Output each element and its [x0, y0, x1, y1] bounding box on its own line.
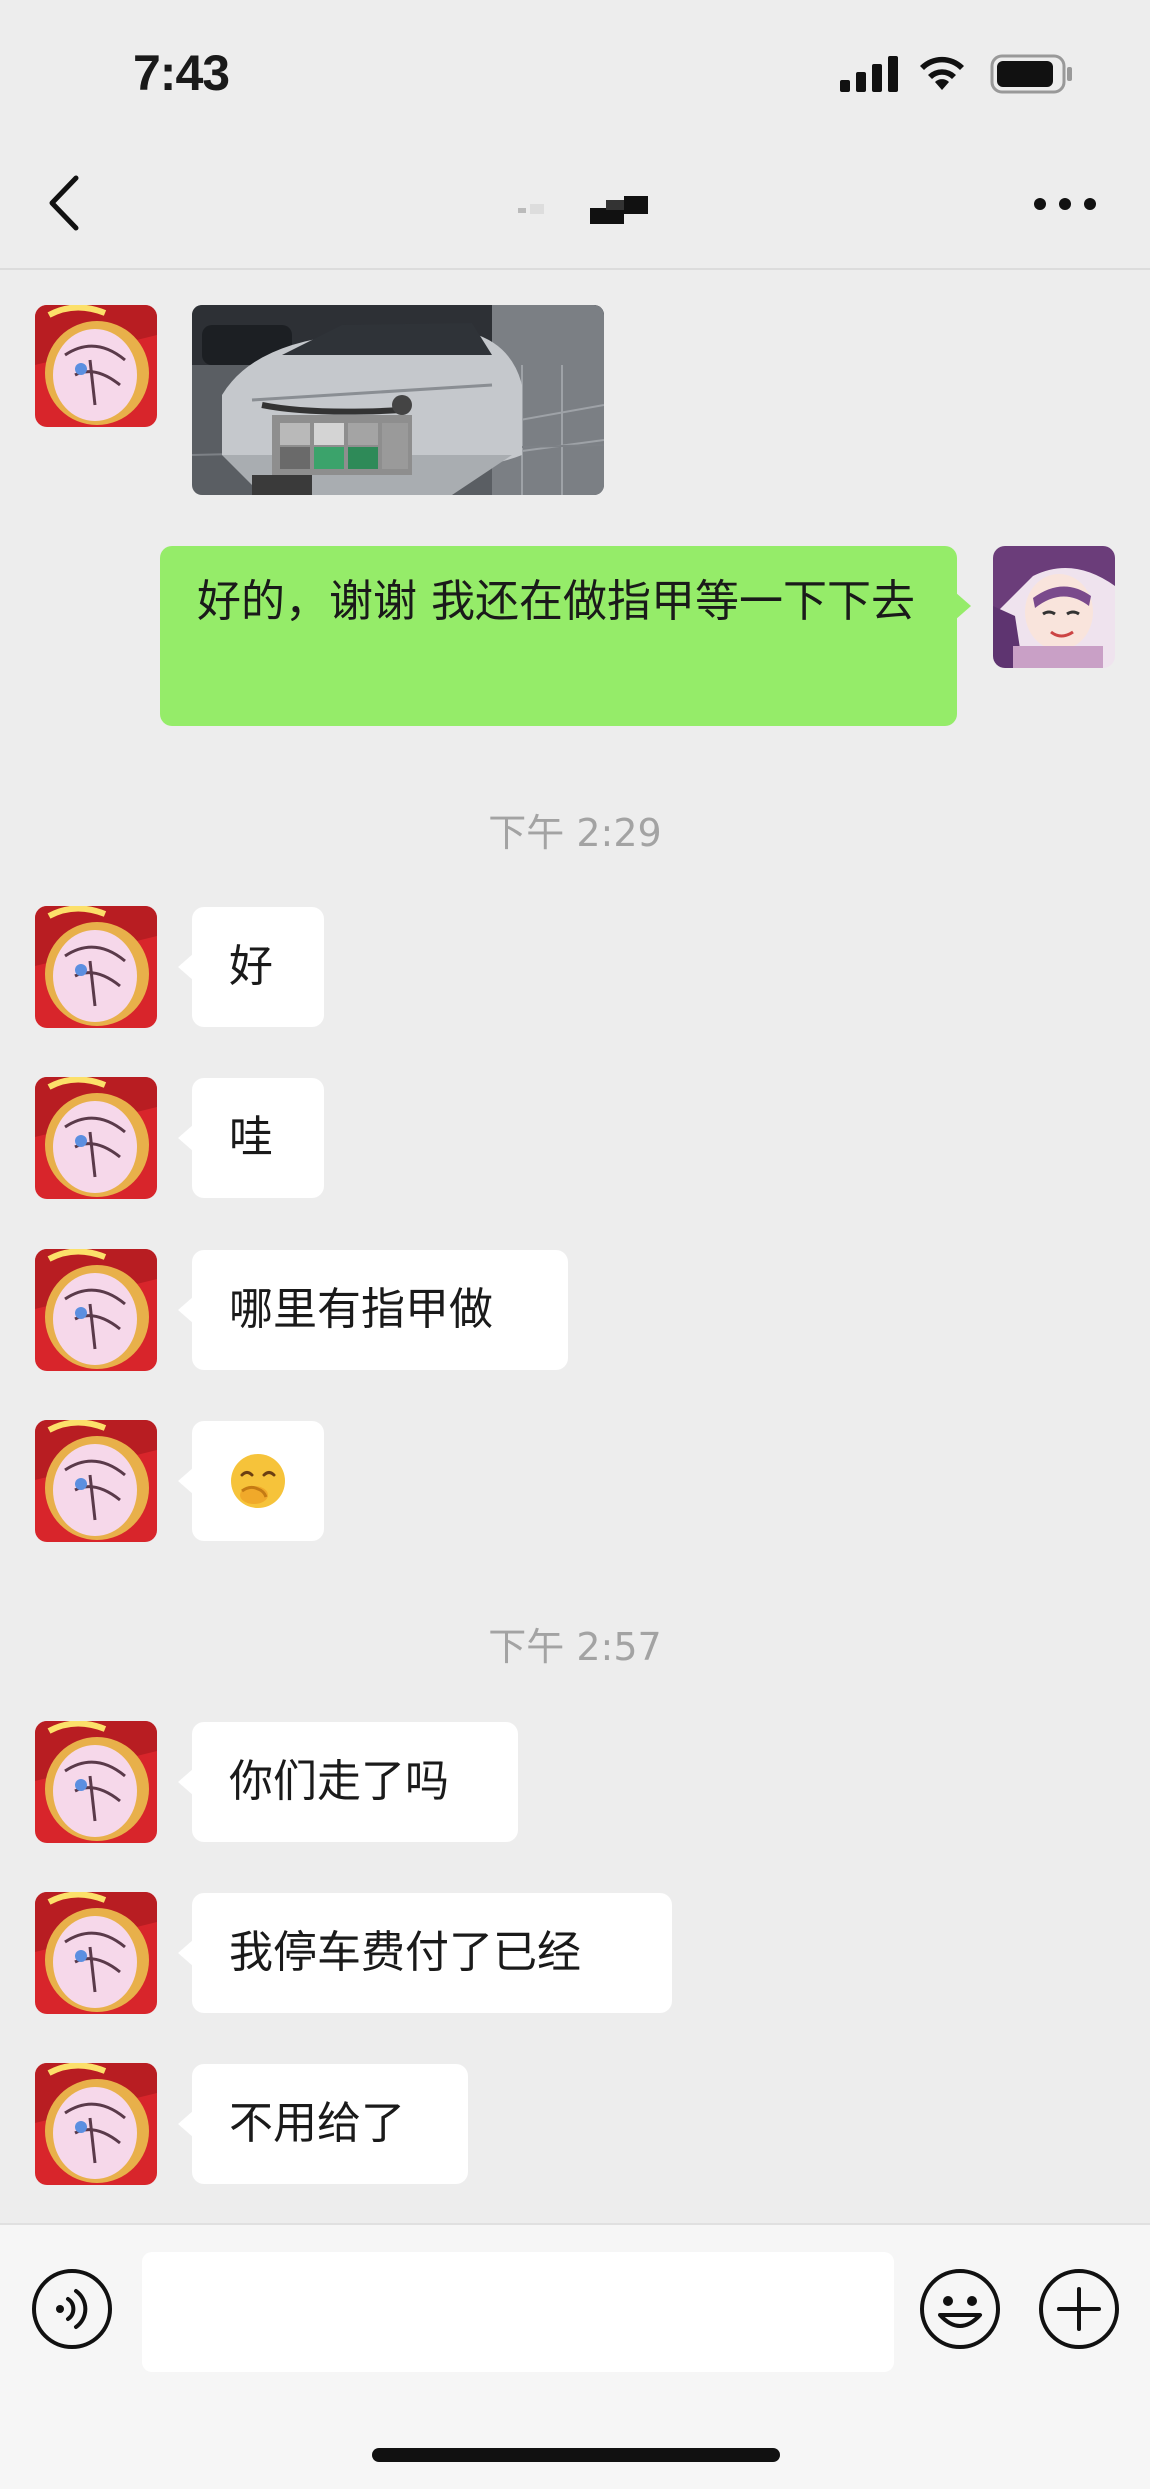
- timestamp: 下午 2:29: [488, 811, 662, 855]
- incoming-message-bubble[interactable]: 我停车费付了已经: [178, 1893, 672, 2013]
- message-input[interactable]: [142, 2252, 894, 2372]
- home-indicator: [372, 2448, 780, 2462]
- contact-avatar[interactable]: [35, 1077, 157, 1199]
- contact-avatar[interactable]: [35, 2063, 157, 2185]
- self-avatar[interactable]: [993, 546, 1115, 668]
- redacted-contact-name: [518, 196, 648, 224]
- timestamp: 下午 2:57: [488, 1625, 662, 1669]
- emoji-icon[interactable]: [918, 2267, 1002, 2351]
- incoming-message-bubble[interactable]: 哪里有指甲做: [178, 1250, 568, 1370]
- back-icon[interactable]: [40, 168, 90, 238]
- incoming-message-bubble[interactable]: 好: [178, 907, 324, 1027]
- message-text: 不用给了: [229, 2098, 405, 2149]
- contact-avatar[interactable]: [35, 1420, 157, 1542]
- voice-icon[interactable]: [30, 2267, 114, 2351]
- message-text: 我停车费付了已经: [229, 1927, 581, 1978]
- chat-screen: 7:43 好的，谢谢 我还在做指甲等一下下去 下午 2:29 好 哇 哪里有指甲…: [0, 0, 1150, 2489]
- battery-icon: [990, 54, 1072, 94]
- plus-icon[interactable]: [1037, 2267, 1121, 2351]
- incoming-message-bubble[interactable]: 你们走了吗: [178, 1722, 518, 1842]
- outgoing-message-bubble[interactable]: 好的，谢谢 我还在做指甲等一下下去: [160, 546, 971, 726]
- message-text: 哪里有指甲做: [229, 1284, 493, 1335]
- more-dots-icon[interactable]: [1030, 184, 1100, 224]
- incoming-message-bubble[interactable]: 哇: [178, 1078, 324, 1198]
- cellular-signal-icon: [840, 56, 898, 92]
- incoming-message-bubble[interactable]: 不用给了: [178, 2064, 468, 2184]
- incoming-emoji-bubble[interactable]: 🤭: [178, 1421, 324, 1541]
- nav-bar: [0, 150, 1150, 270]
- contact-avatar[interactable]: [35, 1892, 157, 2014]
- contact-avatar[interactable]: [35, 1721, 157, 1843]
- contact-avatar[interactable]: [35, 906, 157, 1028]
- hand-over-mouth-emoji-icon: [231, 1454, 285, 1508]
- wifi-icon: [920, 56, 964, 90]
- contact-avatar[interactable]: [35, 305, 157, 427]
- message-text: 好: [229, 941, 273, 992]
- message-text: 你们走了吗: [229, 1756, 449, 1807]
- status-bar: 7:43: [0, 0, 1150, 150]
- message-text: 好的，谢谢 我还在做指甲等一下下去: [197, 576, 915, 627]
- status-time: 7:43: [133, 45, 230, 101]
- message-text: 哇: [229, 1112, 273, 1163]
- car-photo-message[interactable]: car-photo: [192, 305, 604, 495]
- contact-avatar[interactable]: [35, 1249, 157, 1371]
